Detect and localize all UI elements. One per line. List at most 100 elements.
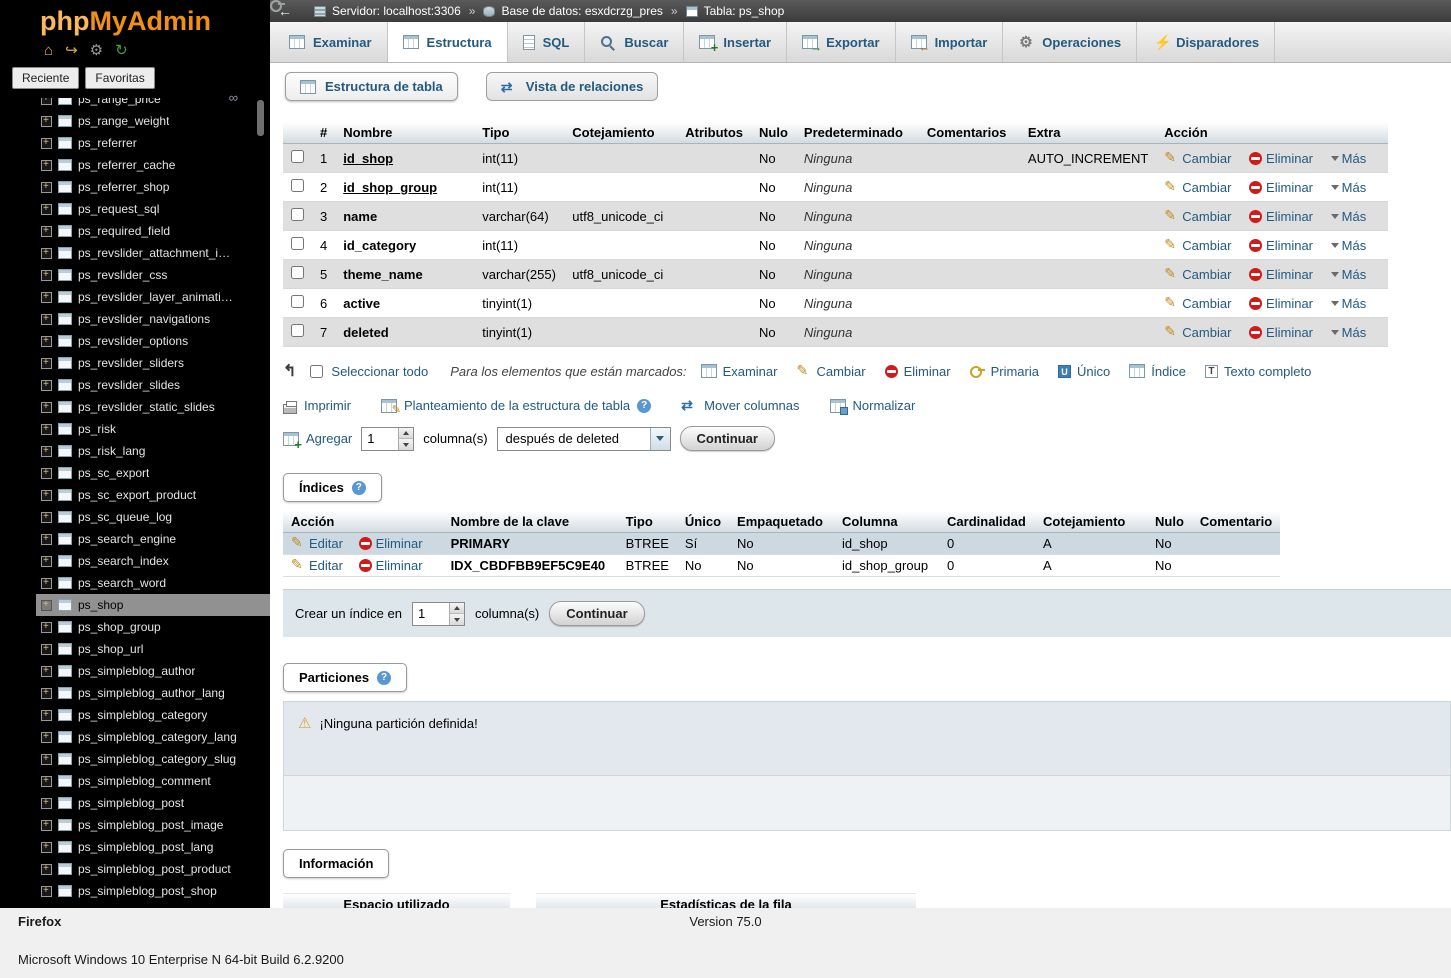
sidebar-table-item[interactable]: ps_range_weight <box>36 110 270 132</box>
recent-button[interactable]: Reciente <box>12 67 79 89</box>
column-header[interactable] <box>283 122 312 144</box>
expand-plus-icon[interactable] <box>41 226 52 237</box>
column-header[interactable]: Cotejamiento <box>1035 511 1147 533</box>
expand-plus-icon[interactable] <box>41 798 52 809</box>
sidebar-table-item[interactable]: ps_simpleblog_category_lang <box>36 726 270 748</box>
expand-plus-icon[interactable] <box>41 402 52 413</box>
expand-plus-icon[interactable] <box>41 270 52 281</box>
settings-gear-icon[interactable] <box>90 43 103 59</box>
change-link[interactable]: Cambiar <box>1164 238 1231 253</box>
expand-plus-icon[interactable] <box>41 622 52 633</box>
sidebar-table-item[interactable]: ps_shop_url <box>36 638 270 660</box>
with-selected-action[interactable]: Índice <box>1129 364 1186 379</box>
tab[interactable]: Estructura <box>388 22 508 62</box>
drop-index-link[interactable]: Eliminar <box>359 558 423 573</box>
sidebar-table-item[interactable]: ps_referrer <box>36 132 270 154</box>
more-link[interactable]: Más <box>1331 238 1367 253</box>
column-header[interactable]: Nulo <box>751 122 796 144</box>
with-selected-action[interactable]: Texto completo <box>1205 364 1311 379</box>
with-selected-action[interactable]: Único <box>1058 364 1110 379</box>
sidebar-table-item[interactable]: ps_simpleblog_post_shop <box>36 880 270 902</box>
sidebar-table-item[interactable]: ps_simpleblog_post_image <box>36 814 270 836</box>
expand-plus-icon[interactable] <box>41 732 52 743</box>
sidebar-table-item[interactable]: ps_revslider_options <box>36 330 270 352</box>
tab[interactable]: Insertar <box>684 22 787 62</box>
expand-plus-icon[interactable] <box>41 314 52 325</box>
with-selected-action[interactable]: Examinar <box>701 364 778 379</box>
tab[interactable]: SQL <box>508 22 586 62</box>
expand-plus-icon[interactable] <box>41 754 52 765</box>
expand-plus-icon[interactable] <box>41 248 52 259</box>
change-link[interactable]: Cambiar <box>1164 151 1231 166</box>
column-header[interactable]: Tipo <box>474 122 564 144</box>
stepper-up-icon[interactable] <box>399 428 413 440</box>
sidebar-table-item[interactable]: ps_search_engine <box>36 528 270 550</box>
row-checkbox[interactable] <box>291 150 304 163</box>
sidebar-table-item[interactable]: ps_search_word <box>36 572 270 594</box>
sidebar-table-item[interactable]: ps_simpleblog_post_product <box>36 858 270 880</box>
drop-index-link[interactable]: Eliminar <box>359 536 423 551</box>
column-header[interactable]: Extra <box>1020 122 1156 144</box>
sidebar-table-item[interactable]: ps_simpleblog_category_slug <box>36 748 270 770</box>
breadcrumb-database-link[interactable]: Base de datos: esxdcrzg_pres <box>501 4 662 18</box>
expand-plus-icon[interactable] <box>41 358 52 369</box>
go-button[interactable]: Continuar <box>549 601 644 626</box>
tool-link[interactable]: Mover columnas <box>681 398 799 413</box>
select-all-label[interactable]: Seleccionar todo <box>331 364 428 379</box>
expand-plus-icon[interactable] <box>41 182 52 193</box>
create-index-count-input[interactable] <box>413 603 449 625</box>
column-header[interactable]: # <box>312 122 335 144</box>
row-checkbox[interactable] <box>291 266 304 279</box>
expand-plus-icon[interactable] <box>41 380 52 391</box>
row-checkbox[interactable] <box>291 324 304 337</box>
tab[interactable]: Operaciones <box>1003 22 1137 62</box>
help-icon[interactable] <box>637 399 651 413</box>
expand-plus-icon[interactable] <box>41 160 52 171</box>
expand-plus-icon[interactable] <box>41 600 52 611</box>
sidebar-table-item[interactable]: ps_simpleblog_post_lang <box>36 836 270 858</box>
sidebar-table-item[interactable]: ps_revslider_slides <box>36 374 270 396</box>
expand-plus-icon[interactable] <box>41 468 52 479</box>
column-header[interactable]: Nulo <box>1147 511 1192 533</box>
sidebar-table-item[interactable]: ps_range_price <box>36 98 270 110</box>
drop-link[interactable]: Eliminar <box>1249 151 1313 166</box>
column-header[interactable]: Único <box>677 511 729 533</box>
stepper-down-icon[interactable] <box>450 614 464 625</box>
sidebar-table-item[interactable]: ps_revslider_navigations <box>36 308 270 330</box>
change-link[interactable]: Cambiar <box>1164 296 1231 311</box>
sidebar-table-item[interactable]: ps_revslider_layer_animations <box>36 286 270 308</box>
expand-plus-icon[interactable] <box>41 204 52 215</box>
help-icon[interactable] <box>352 481 366 495</box>
sidebar-table-item[interactable]: ps_referrer_cache <box>36 154 270 176</box>
add-column-count-input[interactable] <box>362 428 398 450</box>
tab[interactable]: Importar <box>896 22 1004 62</box>
expand-plus-icon[interactable] <box>41 688 52 699</box>
expand-plus-icon[interactable] <box>41 446 52 457</box>
tool-link[interactable]: Normalizar <box>830 398 916 413</box>
expand-plus-icon[interactable] <box>41 556 52 567</box>
column-header[interactable]: Predeterminado <box>796 122 919 144</box>
more-link[interactable]: Más <box>1331 151 1367 166</box>
tool-link[interactable]: Imprimir <box>283 398 351 413</box>
sidebar-table-item[interactable]: ps_simpleblog_category <box>36 704 270 726</box>
stepper-up-icon[interactable] <box>450 603 464 615</box>
row-checkbox[interactable] <box>291 208 304 221</box>
tab[interactable]: Buscar <box>585 22 684 62</box>
expand-plus-icon[interactable] <box>41 138 52 149</box>
expand-plus-icon[interactable] <box>41 644 52 655</box>
column-header[interactable]: Cotejamiento <box>564 122 677 144</box>
drop-link[interactable]: Eliminar <box>1249 180 1313 195</box>
expand-plus-icon[interactable] <box>41 710 52 721</box>
sidebar-table-item[interactable]: ps_sc_queue_log <box>36 506 270 528</box>
favorites-button[interactable]: Favoritas <box>85 67 154 89</box>
expand-plus-icon[interactable] <box>41 776 52 787</box>
more-link[interactable]: Más <box>1331 180 1367 195</box>
expand-plus-icon[interactable] <box>41 666 52 677</box>
sidebar-table-item[interactable]: ps_simpleblog_post <box>36 792 270 814</box>
tool-link[interactable]: Planteamiento de la estructura de tabla <box>381 398 651 413</box>
expand-plus-icon[interactable] <box>41 864 52 875</box>
sidebar-table-item[interactable]: ps_request_sql <box>36 198 270 220</box>
row-checkbox[interactable] <box>291 179 304 192</box>
column-header[interactable]: Comentarios <box>919 122 1020 144</box>
drop-link[interactable]: Eliminar <box>1249 238 1313 253</box>
